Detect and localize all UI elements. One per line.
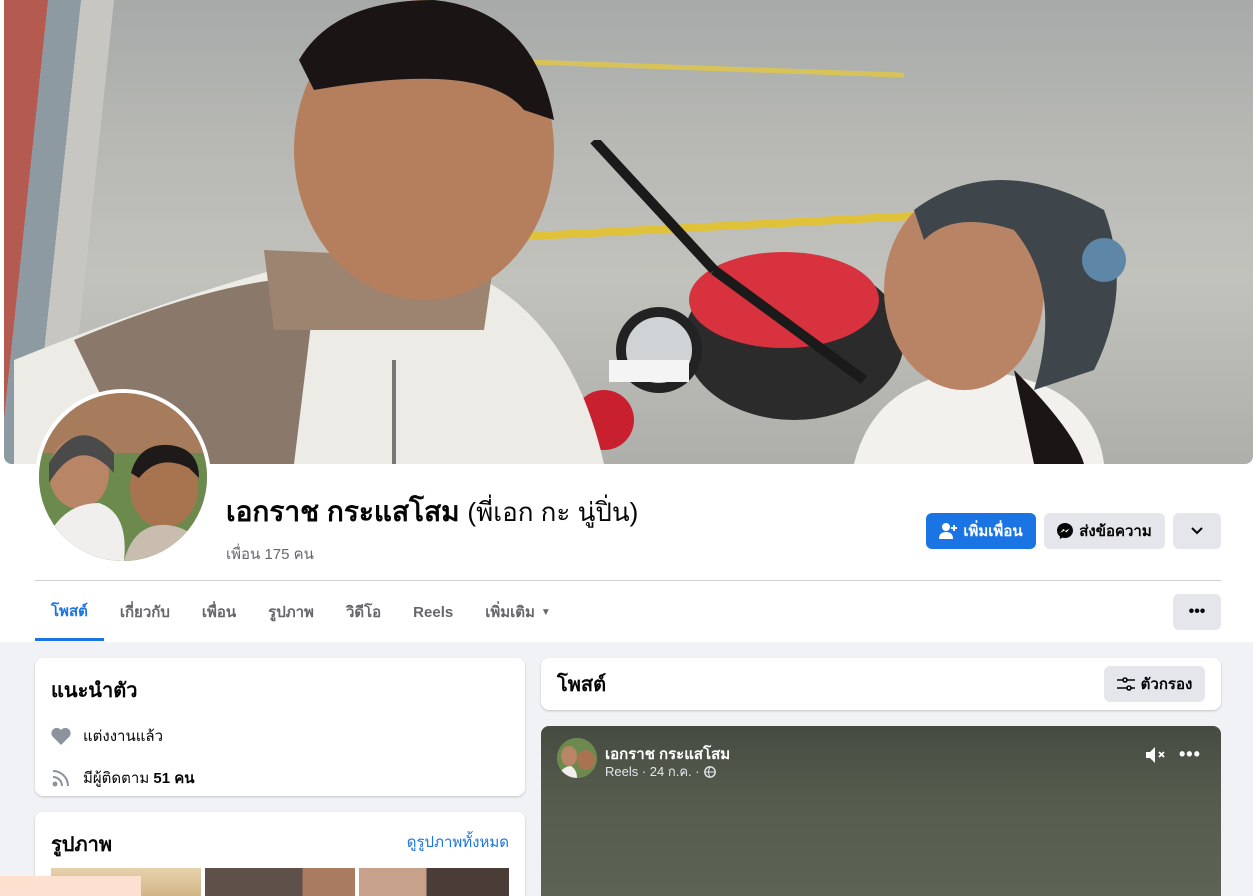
profile-name: เอกราช กระแสโสม (พี่เอก กะ นู่ปิ่น) xyxy=(226,490,638,534)
more-options-button[interactable]: ••• xyxy=(1173,594,1221,630)
intro-card: แนะนำตัว แต่งงานแล้ว มีผู้ติดตาม 51 คน xyxy=(35,658,525,796)
tab-about[interactable]: เกี่ยวกับ xyxy=(104,583,186,641)
add-friend-label: เพิ่มเพื่อน xyxy=(963,523,1023,540)
profile-tabs: โพสต์ เกี่ยวกับ เพื่อน รูปภาพ วิดีโอ Ree… xyxy=(35,583,567,641)
tab-reels[interactable]: Reels xyxy=(397,583,469,641)
chevron-down-icon xyxy=(1191,527,1203,535)
message-label: ส่งข้อความ xyxy=(1079,523,1152,540)
more-icon: ••• xyxy=(1188,603,1206,620)
profile-alternate-name: (พี่เอก กะ นู่ปิ่น) xyxy=(467,497,639,527)
mute-icon[interactable] xyxy=(1145,746,1167,764)
profile-name-text: เอกราช กระแสโสม xyxy=(226,496,460,527)
add-friend-icon xyxy=(939,523,958,539)
profile-avatar[interactable] xyxy=(35,389,211,565)
see-all-photos-link[interactable]: ดูรูปภาพทั้งหมด xyxy=(407,830,509,854)
messenger-icon xyxy=(1057,523,1074,539)
rss-icon xyxy=(51,768,71,788)
reel-post[interactable]: เอกราช กระแสโสม Reels · 24 ก.ค. · ••• xyxy=(541,726,1221,896)
followers-text: มีผู้ติดตาม 51 คน xyxy=(83,766,195,790)
tab-more-label: เพิ่มเติม xyxy=(485,604,535,621)
globe-icon xyxy=(703,765,716,778)
profile-header: เอกราช กระแสโสม (พี่เอก กะ นู่ปิ่น) เพื่… xyxy=(0,0,1253,642)
followers-prefix: มีผู้ติดตาม xyxy=(83,770,154,787)
post-author-avatar[interactable] xyxy=(557,738,597,778)
post-avatar-photo xyxy=(557,738,597,778)
friends-count[interactable]: เพื่อน 175 คน xyxy=(226,542,638,566)
message-button[interactable]: ส่งข้อความ xyxy=(1044,513,1165,549)
filter-icon xyxy=(1116,677,1135,691)
tab-friends[interactable]: เพื่อน xyxy=(186,583,252,641)
profile-options-button[interactable] xyxy=(1173,513,1221,549)
posts-header: โพสต์ ตัวกรอง xyxy=(541,658,1221,710)
tab-posts[interactable]: โพสต์ xyxy=(35,583,104,641)
corner-overlay xyxy=(0,876,141,896)
filter-button[interactable]: ตัวกรอง xyxy=(1104,666,1205,702)
intro-title: แนะนำตัว xyxy=(51,680,138,702)
add-friend-button[interactable]: เพิ่มเพื่อน xyxy=(926,513,1036,549)
intro-followers: มีผู้ติดตาม 51 คน xyxy=(51,766,509,790)
avatar-photo xyxy=(39,393,207,561)
heart-icon xyxy=(51,726,71,746)
post-meta-text[interactable]: Reels · 24 ก.ค. · xyxy=(605,761,700,782)
post-more-icon[interactable]: ••• xyxy=(1179,744,1201,765)
tab-more[interactable]: เพิ่มเติม ▼ xyxy=(469,583,567,641)
followers-count[interactable]: 51 คน xyxy=(153,770,194,787)
profile-name-block: เอกราช กระแสโสม (พี่เอก กะ นู่ปิ่น) เพื่… xyxy=(226,490,638,566)
caret-down-icon: ▼ xyxy=(540,606,551,618)
cover-photo[interactable] xyxy=(4,0,1253,464)
tab-photos[interactable]: รูปภาพ xyxy=(252,583,330,641)
photo-thumbnail[interactable] xyxy=(205,868,355,896)
filter-label: ตัวกรอง xyxy=(1140,676,1193,693)
relationship-text: แต่งงานแล้ว xyxy=(83,728,164,745)
cover-woman xyxy=(854,180,1126,464)
intro-relationship: แต่งงานแล้ว xyxy=(51,724,509,748)
tab-videos[interactable]: วิดีโอ xyxy=(330,583,397,641)
header-divider xyxy=(35,580,1221,581)
post-meta: Reels · 24 ก.ค. · xyxy=(605,761,716,782)
posts-title: โพสต์ xyxy=(557,674,607,696)
photo-thumbnail[interactable] xyxy=(359,868,509,896)
